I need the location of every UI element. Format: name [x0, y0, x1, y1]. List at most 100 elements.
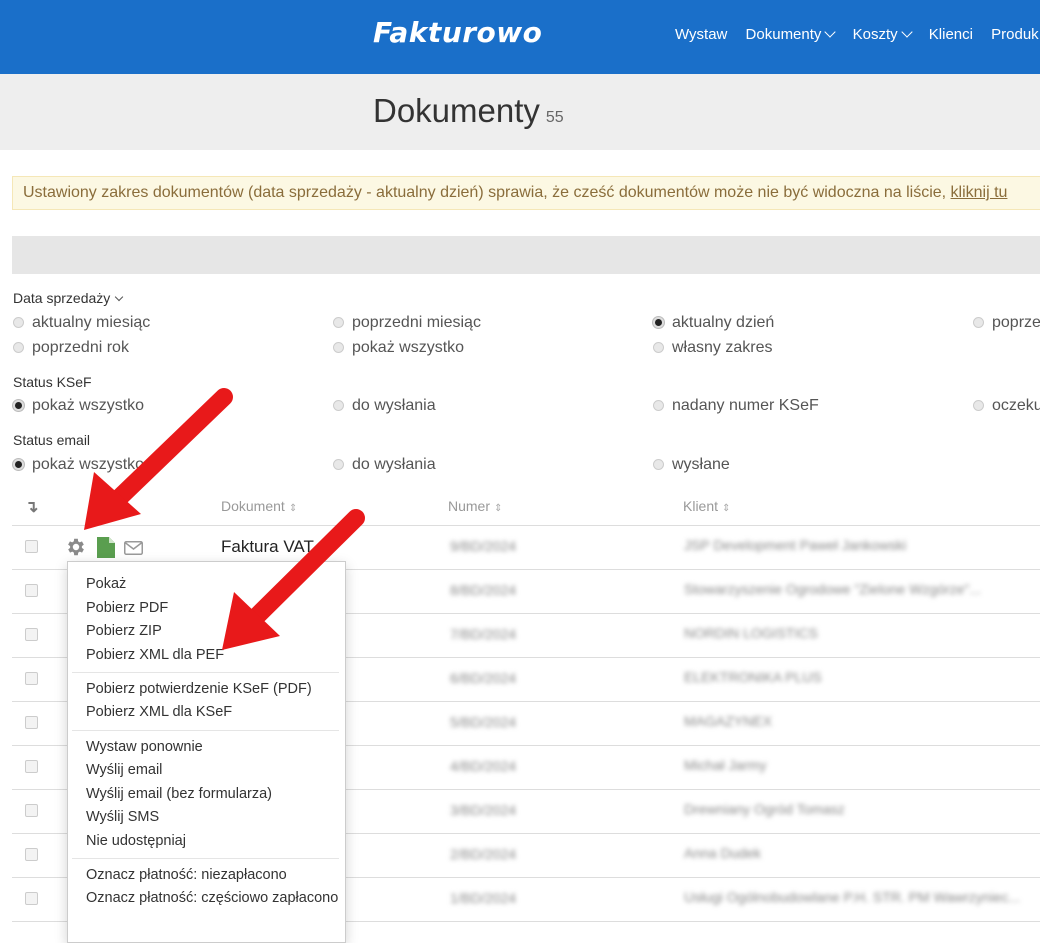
row-number[interactable]: 5/BD/2024 — [450, 714, 516, 730]
radio-label: do wysłania — [352, 397, 436, 414]
row-checkbox[interactable] — [25, 584, 38, 597]
row-client[interactable]: NORDIN LOGISTICS — [684, 625, 818, 641]
radio-email-to-send[interactable]: do wysłania — [333, 456, 436, 474]
row-checkbox[interactable] — [25, 804, 38, 817]
logo[interactable]: Fakturowo — [373, 16, 542, 49]
row-number[interactable]: 3/BD/2024 — [450, 802, 516, 818]
radio-selected-icon — [653, 317, 664, 328]
radio-ksef-number-assigned[interactable]: nadany numer KSeF — [653, 397, 819, 415]
nav-dokumenty[interactable]: Dokumenty — [745, 26, 837, 43]
row-number[interactable]: 4/BD/2024 — [450, 758, 516, 774]
sale-date-label: Data sprzedaży — [13, 290, 111, 306]
column-header-klient[interactable]: Klient ⇕ — [683, 498, 730, 514]
menu-item-download-pdf[interactable]: Pobierz PDF — [86, 600, 168, 616]
menu-item-show[interactable]: Pokaż — [86, 576, 126, 592]
radio-sale-previous-cut[interactable]: poprze — [973, 314, 1040, 332]
radio-sale-current-month[interactable]: aktualny miesiąc — [13, 314, 150, 332]
radio-email-show-all[interactable]: pokaż wszystko — [13, 456, 144, 474]
menu-item-mark-unpaid[interactable]: Oznacz płatność: niezapłacono — [86, 867, 287, 883]
row-number[interactable]: 2/BD/2024 — [450, 846, 516, 862]
row-number[interactable]: 8/BD/2024 — [450, 582, 516, 598]
radio-sale-previous-month[interactable]: poprzedni miesiąc — [333, 314, 481, 332]
row-checkbox[interactable] — [25, 672, 38, 685]
alert-text: Ustawiony zakres dokumentów (data sprzed… — [23, 184, 951, 201]
nav-produkty[interactable]: Produk — [991, 26, 1039, 43]
menu-item-send-sms[interactable]: Wyślij SMS — [86, 809, 159, 825]
top-navbar: Fakturowo Wystaw Dokumenty Koszty Klienc… — [0, 0, 1040, 74]
row-client[interactable]: ELEKTRONIKA PLUS — [684, 669, 822, 685]
row-checkbox[interactable] — [25, 892, 38, 905]
radio-label: oczeku — [992, 397, 1040, 414]
column-label: Dokument — [221, 498, 285, 514]
row-client[interactable]: Usługi Ogólnobudowlane P.H. STR. PM Wawr… — [684, 889, 1020, 905]
radio-email-sent[interactable]: wysłane — [653, 456, 730, 474]
gear-icon[interactable] — [65, 536, 87, 558]
alert-link[interactable]: kliknij tu — [951, 184, 1008, 201]
row-client[interactable]: Drewniany Ogród Tomasz — [684, 801, 845, 817]
nav-koszty[interactable]: Koszty — [853, 26, 913, 43]
radio-icon — [973, 317, 984, 328]
row-checkbox[interactable] — [25, 848, 38, 861]
radio-sale-custom-range[interactable]: własny zakres — [653, 339, 772, 357]
menu-item-send-email-no-form[interactable]: Wyślij email (bez formularza) — [86, 786, 272, 802]
row-client[interactable]: Stowarzyszenie Ogrodowe "Zielone Wzgórze… — [684, 581, 981, 597]
radio-icon — [653, 459, 664, 470]
filter-bar — [12, 236, 1040, 274]
radio-ksef-show-all[interactable]: pokaż wszystko — [13, 397, 144, 415]
menu-item-mark-partially-paid[interactable]: Oznacz płatność: częściowo zapłacono — [86, 890, 338, 906]
row-client[interactable]: Anna Dudek — [684, 845, 761, 861]
radio-ksef-pending[interactable]: oczeku — [973, 397, 1040, 415]
menu-divider — [72, 730, 339, 731]
radio-label: poprze — [992, 314, 1040, 331]
menu-item-reissue[interactable]: Wystaw ponownie — [86, 739, 203, 755]
date-range-alert: Ustawiony zakres dokumentów (data sprzed… — [12, 176, 1040, 210]
row-number[interactable]: 6/BD/2024 — [450, 670, 516, 686]
row-checkbox[interactable] — [25, 628, 38, 641]
envelope-icon[interactable] — [124, 541, 143, 555]
row-number[interactable]: 7/BD/2024 — [450, 626, 516, 642]
menu-item-download-ksef-confirmation[interactable]: Pobierz potwierdzenie KSeF (PDF) — [86, 681, 312, 697]
document-name[interactable]: Faktura VAT — [221, 537, 314, 557]
row-checkbox[interactable] — [25, 760, 38, 773]
sort-icon: ⇕ — [494, 503, 503, 514]
document-actions-menu: Pokaż Pobierz PDF Pobierz ZIP Pobierz XM… — [67, 561, 346, 943]
menu-item-send-email[interactable]: Wyślij email — [86, 762, 162, 778]
row-number[interactable]: 1/BD/2024 — [450, 890, 516, 906]
document-icon[interactable] — [97, 537, 115, 558]
column-header-dokument[interactable]: Dokument ⇕ — [221, 498, 297, 514]
sale-date-filter-toggle[interactable]: Data sprzedaży — [13, 290, 124, 306]
sort-icon: ⇕ — [288, 503, 298, 514]
menu-item-download-xml-pef[interactable]: Pobierz XML dla PEF — [86, 647, 224, 663]
table-divider — [12, 525, 1040, 526]
column-header-numer[interactable]: Numer ⇕ — [448, 498, 502, 514]
radio-sale-current-day[interactable]: aktualny dzień — [653, 314, 774, 332]
chevron-down-icon — [824, 26, 837, 38]
sort-direction-icon[interactable]: ↴ — [25, 497, 38, 517]
page-title: Dokumenty 55 — [373, 92, 564, 130]
row-checkbox[interactable] — [25, 716, 38, 729]
menu-item-unshare[interactable]: Nie udostępniaj — [86, 833, 186, 849]
menu-item-download-xml-ksef[interactable]: Pobierz XML dla KSeF — [86, 704, 232, 720]
radio-selected-icon — [13, 400, 24, 411]
row-client[interactable]: Michał Jarmy — [684, 757, 766, 773]
menu-item-download-zip[interactable]: Pobierz ZIP — [86, 623, 162, 639]
radio-icon — [333, 342, 344, 353]
column-label: Klient — [683, 498, 719, 514]
radio-label: własny zakres — [672, 339, 773, 356]
radio-icon — [973, 400, 984, 411]
nav-dokumenty-label: Dokumenty — [745, 26, 822, 43]
ksef-status-label: Status KSeF — [13, 374, 92, 390]
nav-wystaw[interactable]: Wystaw — [675, 26, 727, 43]
radio-label: aktualny dzień — [672, 314, 775, 331]
radio-sale-show-all[interactable]: pokaż wszystko — [333, 339, 464, 357]
radio-sale-previous-year[interactable]: poprzedni rok — [13, 339, 129, 357]
document-count: 55 — [545, 109, 564, 126]
nav-klienci[interactable]: Klienci — [929, 26, 973, 43]
row-client[interactable]: JSP Development Paweł Jankowski — [684, 537, 906, 553]
radio-icon — [13, 342, 24, 353]
email-status-label: Status email — [13, 432, 91, 448]
radio-ksef-to-send[interactable]: do wysłania — [333, 397, 436, 415]
row-number[interactable]: 9/BD/2024 — [450, 538, 516, 554]
row-checkbox[interactable] — [25, 540, 38, 553]
row-client[interactable]: MAGAZYNEX — [684, 713, 772, 729]
